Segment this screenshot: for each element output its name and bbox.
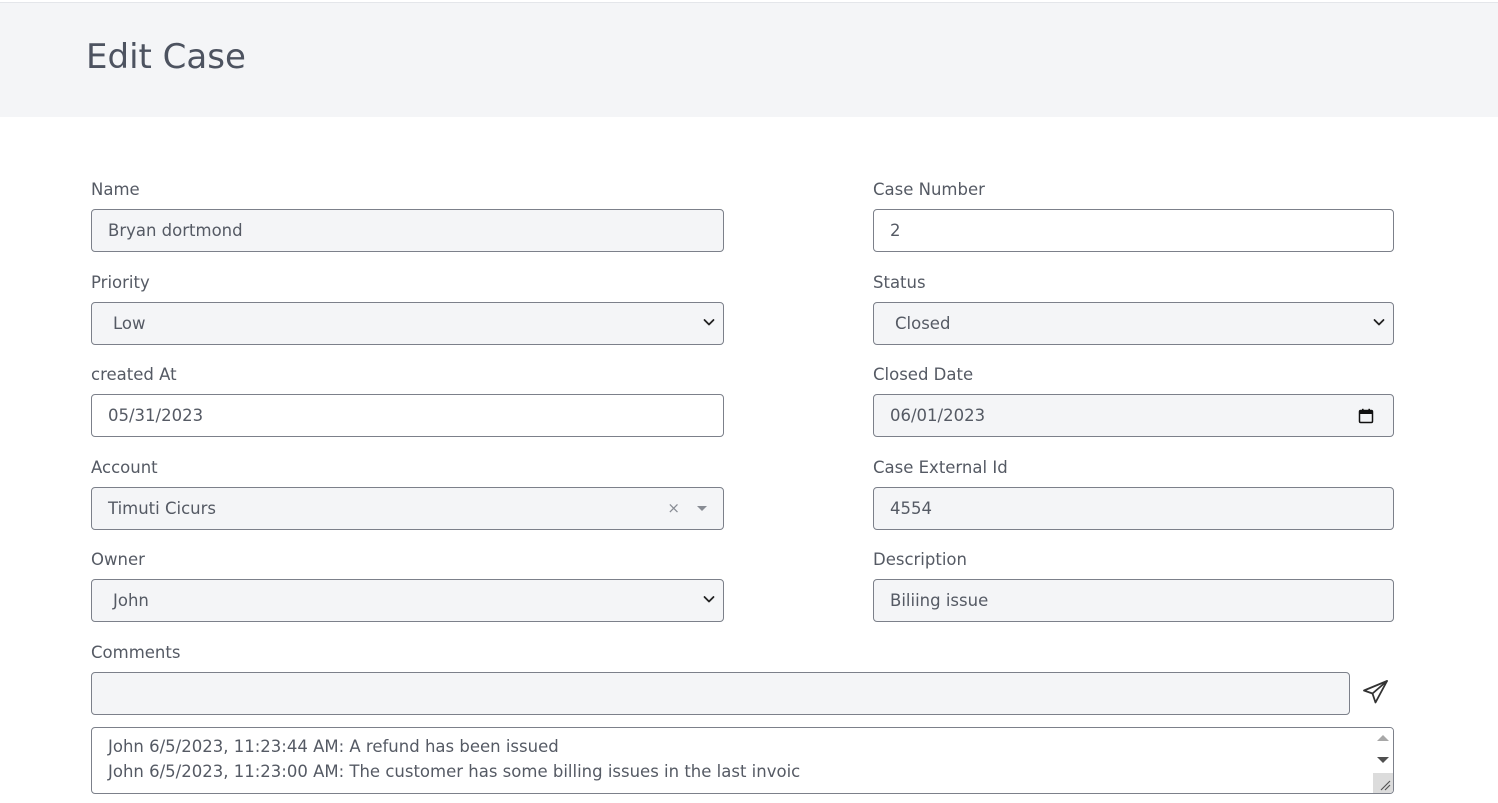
description-label: Description <box>873 550 967 569</box>
created-at-field[interactable]: 05/31/2023 <box>91 394 724 437</box>
description-value: Biliing issue <box>890 591 989 610</box>
account-select[interactable]: Timuti Cicurs × <box>91 487 724 530</box>
comment-entry: John 6/5/2023, 11:23:44 AM: A refund has… <box>108 737 559 756</box>
resize-handle[interactable] <box>1373 773 1393 793</box>
account-value: Timuti Cicurs <box>108 499 216 518</box>
case-external-id-label: Case External Id <box>873 458 1008 477</box>
clear-icon[interactable]: × <box>667 488 680 529</box>
page-header: Edit Case <box>0 2 1498 117</box>
created-at-label: created At <box>91 365 177 384</box>
case-external-id-value: 4554 <box>890 499 932 518</box>
name-value: Bryan dortmond <box>108 221 243 240</box>
priority-select[interactable]: Low <box>91 302 724 345</box>
case-number-label: Case Number <box>873 180 985 199</box>
closed-date-value: 06/01/2023 <box>890 406 986 425</box>
account-label: Account <box>91 458 158 477</box>
chevron-down-icon <box>703 596 715 603</box>
comments-log[interactable]: John 6/5/2023, 11:23:44 AM: A refund has… <box>91 727 1394 794</box>
paper-plane-icon <box>1363 680 1388 704</box>
resize-grip-icon <box>1380 780 1391 791</box>
status-label: Status <box>873 273 926 292</box>
comments-label: Comments <box>91 643 181 662</box>
name-field[interactable]: Bryan dortmond <box>91 209 724 252</box>
priority-label: Priority <box>91 273 150 292</box>
calendar-icon[interactable] <box>1358 408 1374 424</box>
case-external-id-field[interactable]: 4554 <box>873 487 1394 530</box>
created-at-value: 05/31/2023 <box>108 406 204 425</box>
owner-select[interactable]: John <box>91 579 724 622</box>
scroll-up-arrow-icon[interactable] <box>1377 735 1389 741</box>
closed-date-label: Closed Date <box>873 365 974 384</box>
case-number-value: 2 <box>890 221 901 240</box>
owner-value: John <box>113 591 149 610</box>
case-number-field[interactable]: 2 <box>873 209 1394 252</box>
chevron-down-icon <box>703 319 715 326</box>
name-label: Name <box>91 180 140 199</box>
comment-input[interactable] <box>91 672 1350 715</box>
priority-value: Low <box>113 314 146 333</box>
scrollbar[interactable] <box>1373 728 1393 793</box>
chevron-down-icon <box>1373 319 1385 326</box>
send-button[interactable] <box>1362 679 1390 705</box>
owner-label: Owner <box>91 550 145 569</box>
description-field[interactable]: Biliing issue <box>873 579 1394 622</box>
scroll-down-arrow-icon[interactable] <box>1377 757 1389 763</box>
closed-date-field[interactable]: 06/01/2023 <box>873 394 1394 437</box>
dropdown-arrow-icon[interactable] <box>697 506 707 511</box>
status-value: Closed <box>895 314 951 333</box>
page-title: Edit Case <box>86 37 246 77</box>
status-select[interactable]: Closed <box>873 302 1394 345</box>
comment-entry: John 6/5/2023, 11:23:00 AM: The customer… <box>108 762 801 781</box>
